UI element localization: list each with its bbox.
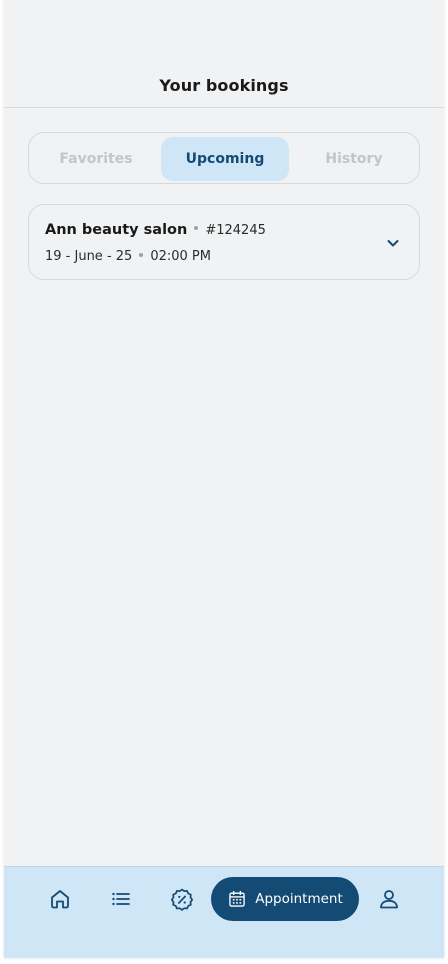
booking-id: #124245 <box>205 223 266 238</box>
separator-dot <box>194 226 199 230</box>
app-screen: Your bookings Favorites Upcoming History… <box>4 0 444 958</box>
user-icon[interactable] <box>375 885 403 913</box>
booking-title-row: Ann beauty salon #124245 <box>45 222 266 238</box>
home-icon[interactable] <box>46 885 74 913</box>
list-icon[interactable] <box>107 885 135 913</box>
booking-card[interactable]: Ann beauty salon #124245 19 - June - 25 02… <box>28 204 420 280</box>
separator-dot <box>139 252 144 257</box>
booking-time: 02:00 PM <box>150 249 211 264</box>
appointment-button[interactable]: Appointment <box>211 877 359 921</box>
salon-name: Ann beauty salon <box>45 222 188 238</box>
page-title: Your bookings <box>159 76 289 95</box>
header: Your bookings <box>4 0 444 108</box>
calendar-icon <box>229 890 245 907</box>
tab-upcoming[interactable]: Upcoming <box>161 137 289 181</box>
tab-history[interactable]: History <box>291 137 417 181</box>
chevron-down-icon[interactable] <box>385 235 401 251</box>
booking-datetime-row: 19 - June - 25 02:00 PM <box>45 249 211 264</box>
appointment-label: Appointment <box>255 891 343 907</box>
booking-tabs: Favorites Upcoming History <box>28 132 420 184</box>
tab-favorites[interactable]: Favorites <box>33 137 159 181</box>
bottom-nav: Appointment <box>4 866 444 958</box>
booking-date: 19 - June - 25 <box>45 249 133 264</box>
discount-icon[interactable] <box>168 885 196 913</box>
